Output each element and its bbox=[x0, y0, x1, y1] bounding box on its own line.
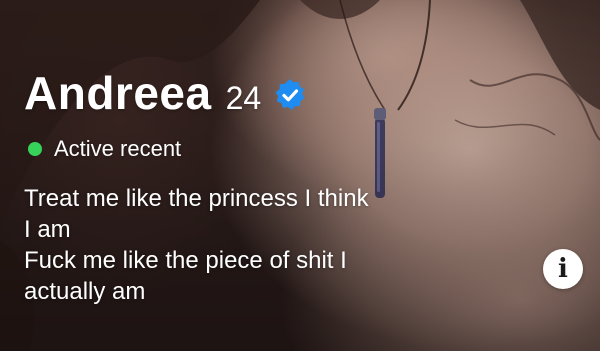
active-status-dot bbox=[28, 142, 42, 156]
verified-badge-icon bbox=[275, 79, 305, 110]
bio-line: I am bbox=[24, 216, 71, 243]
bio-line: Treat me like the princess I think bbox=[24, 185, 369, 212]
profile-card[interactable]: Andreea 24 Active recent Treat me like t… bbox=[0, 0, 600, 351]
profile-bio: Treat me like the princess I think I am … bbox=[24, 183, 494, 307]
status-text: Active recent bbox=[54, 136, 182, 161]
profile-age: 24 bbox=[225, 80, 262, 116]
info-icon: i bbox=[558, 254, 568, 284]
bio-line: actually am bbox=[24, 278, 146, 305]
bio-line: Fuck me like the piece of shit I bbox=[24, 247, 347, 274]
profile-name: Andreea bbox=[24, 67, 212, 119]
name-row: Andreea 24 bbox=[24, 66, 307, 120]
activity-status: Active recent bbox=[28, 136, 181, 162]
info-button[interactable]: i bbox=[543, 249, 583, 289]
